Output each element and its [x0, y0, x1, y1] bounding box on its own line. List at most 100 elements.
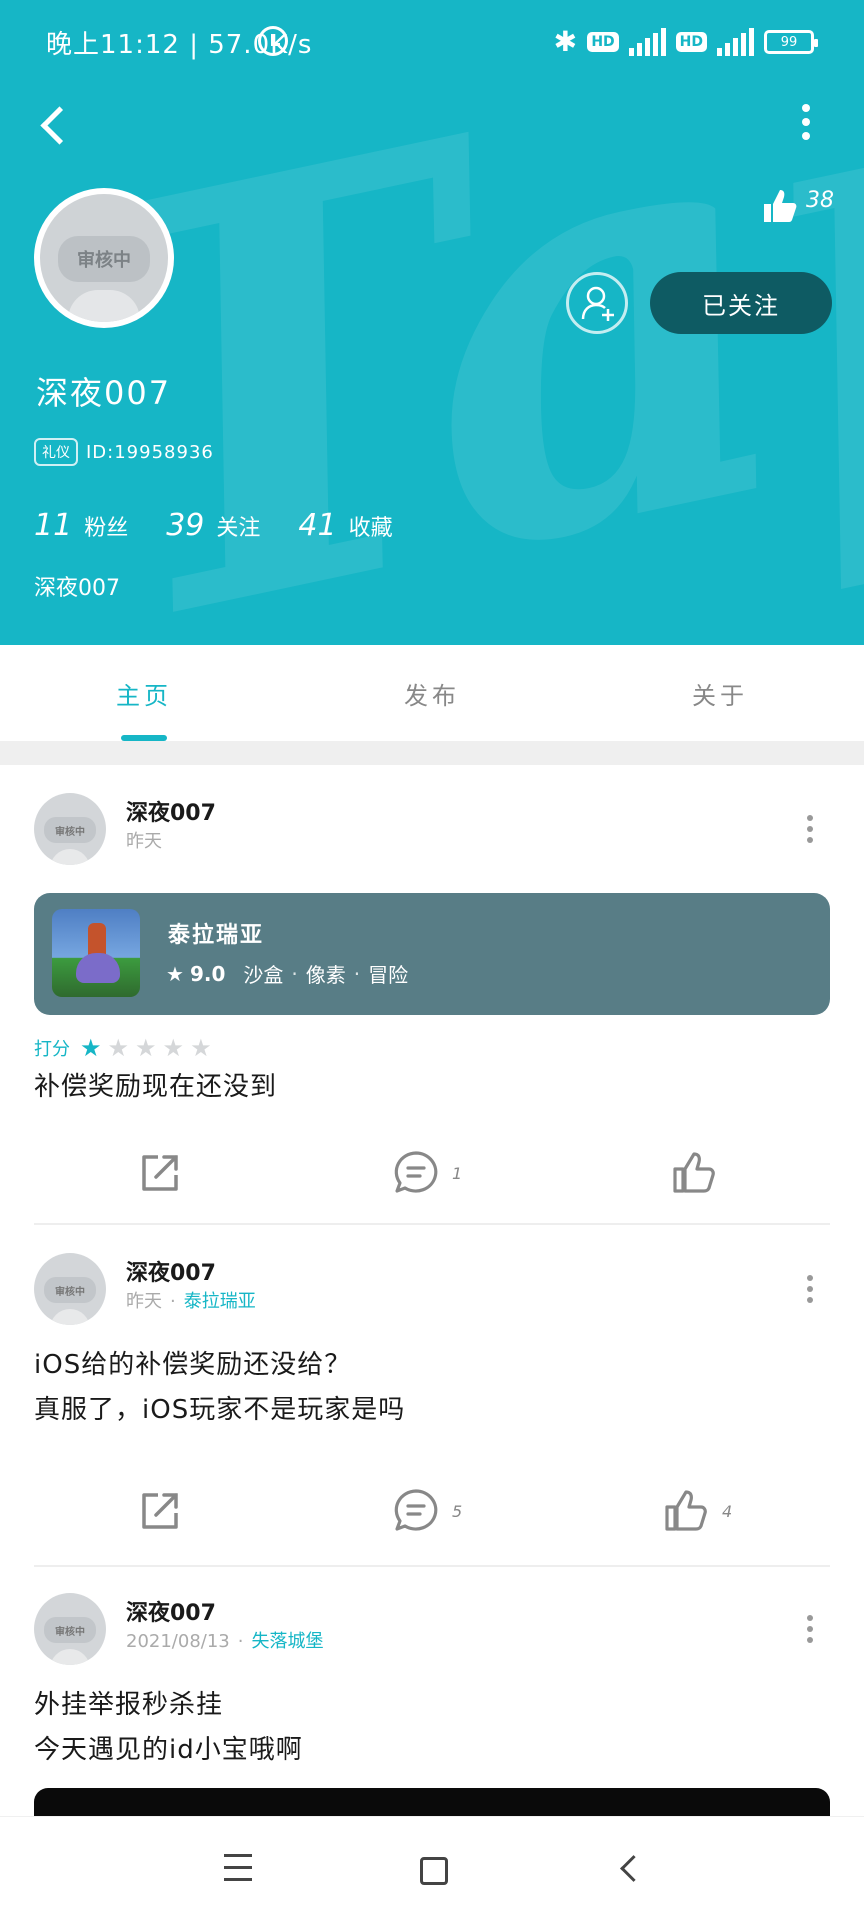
profile-tabs: 主页 发布 关于: [0, 645, 864, 741]
stat-favorites[interactable]: 41 收藏: [298, 508, 392, 543]
game-tag: 冒险: [368, 963, 409, 987]
star-icon: ★: [107, 1034, 130, 1062]
tab-home[interactable]: 主页: [0, 645, 288, 741]
profile-header: Tap 晚上11:12 | 57.0K/s ✱ HD HD 99 38 审核中: [0, 0, 864, 645]
post-avatar[interactable]: 审核中: [34, 1593, 106, 1665]
battery-icon: 99: [764, 30, 818, 54]
game-tag: 像素: [305, 963, 346, 987]
battery-level: 99: [780, 34, 798, 50]
like-button[interactable]: 4: [662, 1481, 732, 1541]
post-meta: 昨天 · 泰拉瑞亚: [126, 1291, 256, 1312]
post-divider: [34, 1223, 830, 1225]
profile-id: ID:19958936: [86, 441, 214, 463]
post-text[interactable]: 外挂举报秒杀挂 今天遇见的id小宝哦啊: [34, 1683, 303, 1773]
profile-id-row: 礼仪 ID:19958936: [34, 438, 214, 466]
stat-favorites-label: 收藏: [348, 516, 393, 541]
hd-icon: HD: [587, 32, 619, 52]
like-count: 4: [722, 1501, 733, 1521]
post-more-icon[interactable]: [800, 1275, 820, 1311]
post-game-link[interactable]: 泰拉瑞亚: [184, 1291, 256, 1312]
like-button[interactable]: [670, 1143, 730, 1203]
menu-icon[interactable]: [208, 1845, 268, 1895]
star-icon: ★: [190, 1034, 212, 1062]
post-text[interactable]: 补偿奖励现在还没到: [34, 1065, 277, 1110]
avatar[interactable]: 审核中: [34, 188, 174, 328]
profile-name: 深夜007: [36, 374, 172, 412]
comment-button[interactable]: 5: [392, 1481, 462, 1541]
stat-fans-count: 11: [34, 508, 73, 543]
post-author[interactable]: 深夜007: [126, 1595, 216, 1627]
bluetooth-icon: ✱: [553, 25, 578, 58]
share-button[interactable]: [136, 1143, 184, 1203]
post-divider: [34, 1565, 830, 1567]
comment-button[interactable]: 1: [392, 1143, 462, 1203]
add-friend-button[interactable]: [566, 272, 628, 334]
post-rating: 打分 ★ ★ ★ ★ ★: [34, 1035, 218, 1061]
add-user-icon: [581, 286, 614, 321]
profile-likes-count: 38: [806, 188, 834, 213]
tab-published[interactable]: 发布: [288, 645, 576, 741]
post-author[interactable]: 深夜007: [126, 1255, 216, 1287]
profile-stats: 11 粉丝 39 关注 41 收藏: [34, 508, 393, 543]
game-title: 泰拉瑞亚: [168, 923, 265, 948]
avatar-review-badge: 审核中: [58, 236, 150, 282]
star-icon: ★: [162, 1034, 185, 1062]
post-text[interactable]: iOS给的补偿奖励还没给？ 真服了，iOS玩家不是玩家是吗: [34, 1343, 405, 1433]
share-button[interactable]: [136, 1481, 184, 1541]
game-tag: 沙盒: [243, 963, 284, 987]
followed-button[interactable]: 已关注: [650, 272, 832, 334]
stat-favorites-count: 41: [298, 508, 337, 543]
post-time-text: 昨天: [126, 831, 162, 852]
home-icon[interactable]: [402, 1845, 462, 1895]
stat-fans-label: 粉丝: [84, 516, 129, 541]
post-text-line: 今天遇见的id小宝哦啊: [34, 1735, 303, 1765]
post-time-text: 2021/08/13: [126, 1631, 230, 1652]
post-more-icon[interactable]: [800, 815, 820, 851]
stat-fans[interactable]: 11 粉丝: [34, 508, 128, 543]
signal-icon: [628, 28, 666, 56]
post-avatar-badge: 审核中: [44, 1617, 96, 1643]
status-bar: 晚上11:12 | 57.0K/s ✱ HD HD 99: [0, 0, 864, 84]
etiquette-badge[interactable]: 礼仪: [34, 438, 78, 466]
share-icon: [142, 1155, 178, 1191]
post-avatar[interactable]: 审核中: [34, 793, 106, 865]
post-avatar[interactable]: 审核中: [34, 1253, 106, 1325]
share-icon: [142, 1493, 178, 1529]
post-text-line: iOS给的补偿奖励还没给？: [34, 1350, 352, 1380]
post-author[interactable]: 深夜007: [126, 795, 216, 827]
post-actions: 1: [0, 1143, 864, 1203]
post-text-line: 外挂举报秒杀挂: [34, 1690, 224, 1720]
system-nav-bar: [0, 1816, 864, 1920]
section-divider: [0, 741, 864, 765]
post-actions: 5 4: [0, 1481, 864, 1541]
thumbs-up-icon: [673, 1152, 715, 1193]
signal-icon-2: [717, 28, 754, 56]
comment-icon: [394, 1489, 438, 1531]
post-more-icon[interactable]: [800, 1615, 820, 1651]
stat-following-label: 关注: [216, 516, 261, 541]
thumbs-up-icon: [665, 1490, 707, 1531]
post-game-link[interactable]: 失落城堡: [251, 1631, 323, 1652]
thumbs-up-icon: [764, 190, 797, 222]
profile-bio: 深夜007: [34, 576, 120, 601]
star-icon: ★: [80, 1034, 102, 1062]
stat-following-count: 39: [166, 508, 205, 543]
comment-count: 5: [452, 1501, 463, 1521]
post-avatar-badge: 审核中: [44, 817, 96, 843]
game-score: 9.0: [189, 961, 226, 986]
post-time-text: 昨天: [126, 1291, 162, 1312]
game-card[interactable]: 泰拉瑞亚 ★ 9.0 沙盒 · 像素 · 冒险: [34, 893, 830, 1015]
alarm-icon: [258, 26, 288, 56]
comment-count: 1: [452, 1163, 463, 1183]
tab-about[interactable]: 关于: [576, 645, 864, 741]
hd-icon-2: HD: [675, 32, 707, 52]
back-button[interactable]: [30, 100, 80, 150]
comment-icon: [394, 1151, 438, 1193]
more-options-icon[interactable]: [796, 104, 816, 144]
nav-back-icon[interactable]: [600, 1845, 660, 1895]
post-time: 昨天: [126, 827, 162, 853]
profile-likes[interactable]: 38: [760, 186, 834, 226]
game-icon: [52, 909, 140, 997]
star-icon: ★: [166, 961, 184, 986]
stat-following[interactable]: 39 关注: [166, 508, 260, 543]
